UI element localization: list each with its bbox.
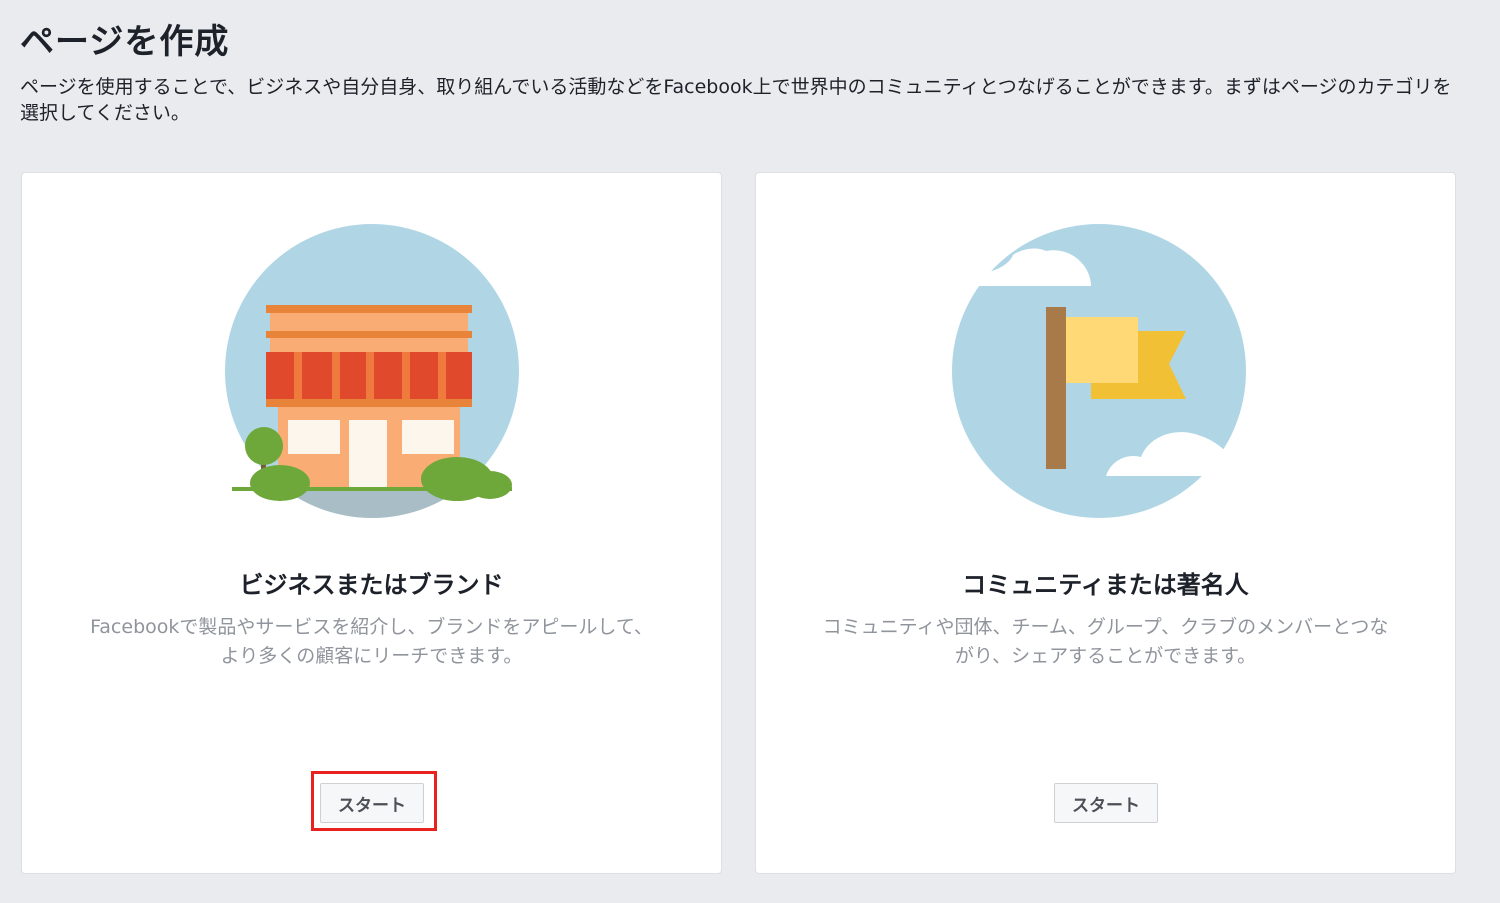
page-title: ページを作成: [20, 22, 230, 62]
storefront-illustration-icon: [225, 224, 519, 518]
start-button-business[interactable]: スタート: [320, 783, 424, 823]
card-title: ビジネスまたはブランド: [239, 571, 504, 599]
card-description: Facebookで製品やサービスを紹介し、ブランドをアピールして、より多くの顧客…: [90, 616, 653, 667]
category-card-business: ビジネスまたはブランド Facebookで製品やサービスを紹介し、ブランドをアピ…: [21, 172, 722, 874]
start-button-community[interactable]: スタート: [1054, 783, 1158, 823]
flag-illustration-icon: [951, 224, 1246, 518]
card-description: コミュニティや団体、チーム、グループ、クラブのメンバーとつながり、シェアすること…: [822, 616, 1389, 667]
page-description: ページを使用することで、ビジネスや自分自身、取り組んでいる活動などをFacebo…: [20, 76, 1452, 124]
category-card-community: コミュニティまたは著名人 コミュニティや団体、チーム、グループ、クラブのメンバー…: [755, 172, 1456, 874]
card-title: コミュニティまたは著名人: [962, 571, 1249, 599]
